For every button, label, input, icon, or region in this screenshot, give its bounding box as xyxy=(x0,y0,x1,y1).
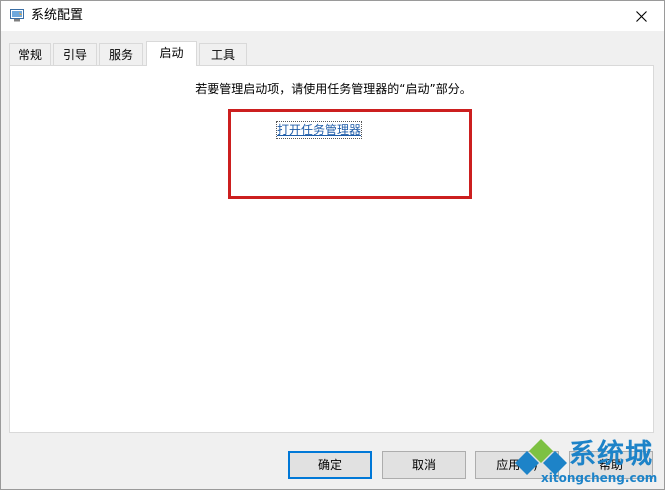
startup-tab-panel: 若要管理启动项，请使用任务管理器的“启动”部分。 打开任务管理器 xyxy=(9,65,654,433)
tab-startup[interactable]: 启动 xyxy=(146,41,197,66)
tab-tools[interactable]: 工具 xyxy=(199,43,247,65)
open-task-manager-link[interactable]: 打开任务管理器 xyxy=(275,121,363,139)
startup-instruction-text: 若要管理启动项，请使用任务管理器的“启动”部分。 xyxy=(195,82,472,96)
close-button[interactable] xyxy=(618,1,664,31)
tab-boot[interactable]: 引导 xyxy=(53,43,97,65)
cancel-button[interactable]: 取消 xyxy=(382,451,466,479)
ok-button[interactable]: 确定 xyxy=(288,451,372,479)
apply-button[interactable]: 应用(A) xyxy=(475,451,559,479)
tab-services[interactable]: 服务 xyxy=(99,43,143,65)
tab-general[interactable]: 常规 xyxy=(9,43,51,65)
system-config-window: 系统配置 常规 引导 服务 启动 工具 若要管理启动项，请使用任务管理器的“启动… xyxy=(0,0,665,490)
title-bar[interactable]: 系统配置 xyxy=(1,1,664,31)
window-title: 系统配置 xyxy=(31,8,84,23)
system-config-app-icon xyxy=(10,9,24,22)
close-icon xyxy=(635,10,647,22)
help-button[interactable]: 帮助 xyxy=(569,451,653,479)
